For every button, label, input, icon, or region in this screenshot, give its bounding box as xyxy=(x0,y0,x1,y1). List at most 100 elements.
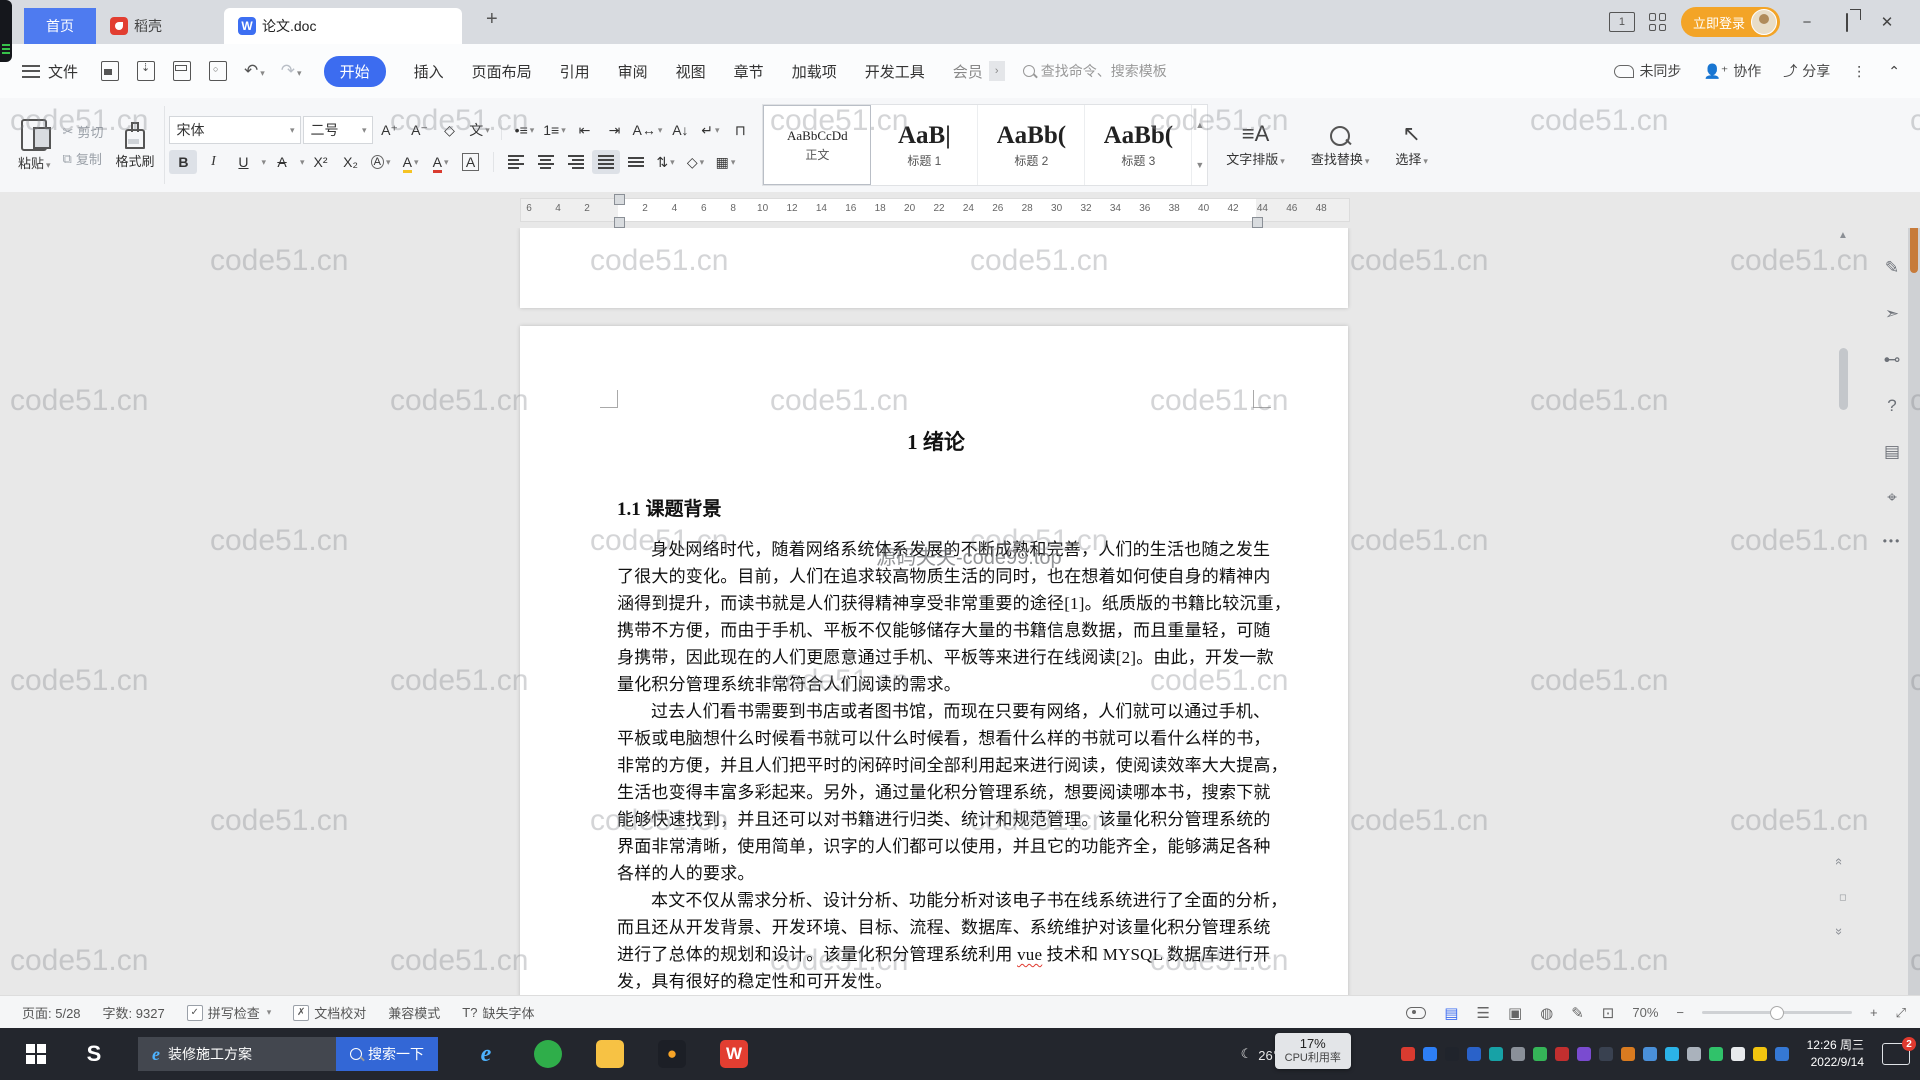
strikethrough-button[interactable]: A xyxy=(268,150,296,174)
command-search[interactable]: 查找命令、搜索模板 xyxy=(1022,61,1223,81)
right-indent-marker[interactable] xyxy=(1252,217,1263,228)
tab-view[interactable]: 视图 xyxy=(676,61,706,82)
more-tools-icon[interactable]: ••• xyxy=(1883,534,1902,548)
increase-indent-icon[interactable]: ⇥ xyxy=(600,118,628,142)
zoom-level[interactable]: 70% xyxy=(1632,1005,1658,1020)
text-direction-icon[interactable]: ↵ ▾ xyxy=(696,118,724,142)
zoom-slider[interactable] xyxy=(1702,1006,1852,1020)
ink-view-icon[interactable]: ✎ xyxy=(1571,1004,1584,1022)
align-left-icon[interactable] xyxy=(502,150,530,174)
apps-grid-icon[interactable] xyxy=(1648,13,1667,31)
tab-section[interactable]: 章节 xyxy=(734,61,764,82)
export-pdf-icon[interactable] xyxy=(137,61,156,81)
spellcheck-toggle[interactable]: ✓ 拼写检查 ▾ xyxy=(186,1003,271,1022)
share-button[interactable]: ⤴ 分享 xyxy=(1783,61,1830,81)
tray-icon[interactable] xyxy=(1488,1047,1503,1061)
cursor-select-icon[interactable]: ➣ xyxy=(1885,304,1899,324)
zoom-out-button[interactable]: − xyxy=(1676,1005,1684,1020)
align-justify-icon[interactable] xyxy=(591,150,620,174)
tag-tool-icon[interactable]: ⌖ xyxy=(1887,488,1897,508)
image-tool-icon[interactable]: ▤ xyxy=(1884,442,1900,462)
char-border-button[interactable]: A xyxy=(457,150,485,174)
gallery-up-icon[interactable]: ▲ xyxy=(1195,120,1204,130)
line-spacing-icon[interactable]: ⇅ ▾ xyxy=(652,150,680,174)
weather-widget[interactable]: ☾ 26℃ 多云 17% CPU利用率 xyxy=(1241,1032,1391,1069)
web-view-icon[interactable]: ◍ xyxy=(1540,1004,1553,1022)
fullscreen-icon[interactable]: ⤢ xyxy=(1896,1005,1906,1021)
select-browse-object-button[interactable]: ◻ xyxy=(1839,892,1846,903)
tab-addins[interactable]: 加载项 xyxy=(792,61,837,82)
file-explorer-icon[interactable] xyxy=(596,1040,624,1068)
current-page[interactable]: 1 绪论 1.1 课题背景 身处网络时代，随着网络系统体系发展的不断成熟和完善，… xyxy=(520,326,1348,995)
tray-icon[interactable] xyxy=(1642,1047,1657,1061)
shading-icon[interactable]: ◇ ▾ xyxy=(682,150,710,174)
adjust-handle-icon[interactable]: ⊷ xyxy=(1884,350,1901,370)
align-center-icon[interactable] xyxy=(532,150,560,174)
enclose-char-button[interactable]: A ▾ xyxy=(367,150,395,174)
ie-app-icon[interactable]: e xyxy=(472,1040,500,1068)
borders-icon[interactable]: ▦ ▾ xyxy=(712,150,740,174)
horizontal-ruler[interactable]: 6 4 2 2 4 6 8 10 12 14 16 18 20 22 24 26 28 30 32 34 36 38 40 4… xyxy=(520,194,1350,228)
tab-docer[interactable]: 稻壳 xyxy=(96,8,210,44)
text-layout-button[interactable]: ≡A 文字排版 ▾ xyxy=(1226,122,1285,168)
taskbar-search-button[interactable]: 搜索一下 xyxy=(336,1037,438,1071)
ink-pen-icon[interactable]: ✎ xyxy=(1885,258,1899,278)
find-replace-button[interactable]: 查找替换 ▾ xyxy=(1311,122,1369,168)
clear-format-icon[interactable]: ◇ xyxy=(435,118,463,142)
decrease-indent-icon[interactable]: ⇤ xyxy=(570,118,598,142)
compat-mode[interactable]: 兼容模式 xyxy=(388,1003,440,1022)
edge-scroll-track[interactable] xyxy=(1908,228,1920,995)
tray-icon[interactable] xyxy=(1752,1047,1767,1061)
format-painter-button[interactable]: 格式刷 xyxy=(115,102,154,188)
login-button[interactable]: 立即登录 xyxy=(1680,7,1780,37)
save-icon[interactable] xyxy=(101,61,120,81)
style-heading2[interactable]: AaBb( 标题 2 xyxy=(978,105,1086,185)
subscript-button[interactable]: X₂ xyxy=(337,150,365,174)
member-chevron-icon[interactable]: › xyxy=(988,61,1005,81)
proofread-button[interactable]: ✗ 文档校对 xyxy=(293,1003,366,1022)
help-icon[interactable]: ? xyxy=(1887,396,1896,416)
tab-devtools[interactable]: 开发工具 xyxy=(865,61,925,82)
scroll-up-icon[interactable]: ▲ xyxy=(1838,230,1848,241)
edge-scroll-thumb[interactable] xyxy=(1910,228,1918,273)
first-line-indent-marker[interactable] xyxy=(614,194,625,205)
tray-icon[interactable] xyxy=(1444,1047,1459,1061)
file-menu[interactable]: 文件 xyxy=(48,61,78,82)
page-indicator[interactable]: 页面: 5/28 xyxy=(22,1003,81,1022)
bullets-icon[interactable]: •≡ ▾ xyxy=(510,118,538,142)
char-scale-icon[interactable]: A↔ ▾ xyxy=(630,118,664,142)
tray-icon[interactable] xyxy=(1532,1047,1547,1061)
zoom-slider-knob[interactable] xyxy=(1769,1006,1784,1020)
tray-icon[interactable] xyxy=(1774,1047,1789,1061)
highlight-color-button[interactable]: A ▾ xyxy=(397,150,425,174)
italic-button[interactable]: I xyxy=(199,150,227,174)
sync-status[interactable]: 未同步 xyxy=(1614,61,1681,81)
more-options-icon[interactable]: ⋮ xyxy=(1852,63,1866,80)
wps-app-icon[interactable]: W xyxy=(720,1040,748,1068)
start-button[interactable] xyxy=(26,1044,46,1064)
close-button[interactable]: ✕ xyxy=(1874,13,1900,31)
gallery-down-icon[interactable]: ▼ xyxy=(1195,160,1204,170)
new-tab-button[interactable]: + xyxy=(486,8,498,31)
previous-page-button[interactable]: « xyxy=(1832,858,1847,865)
fit-page-icon[interactable]: ⊡ xyxy=(1602,1004,1615,1022)
next-page-button[interactable]: » xyxy=(1832,928,1847,935)
style-normal[interactable]: AaBbCcDd 正文 xyxy=(763,105,872,185)
read-view-icon[interactable]: ▣ xyxy=(1508,1004,1522,1022)
print-preview-icon[interactable] xyxy=(209,61,228,81)
minimize-button[interactable]: − xyxy=(1794,14,1820,31)
redo-icon[interactable]: ↷ ▾ xyxy=(281,61,302,81)
bold-button[interactable]: B xyxy=(169,150,198,174)
notification-icon[interactable]: 2 xyxy=(1882,1037,1916,1065)
numbering-icon[interactable]: 1≡ ▾ xyxy=(540,118,568,142)
tray-icon[interactable] xyxy=(1510,1047,1525,1061)
font-name-select[interactable]: 宋体 ▾ xyxy=(169,116,302,144)
tab-review[interactable]: 审阅 xyxy=(618,61,648,82)
browser-360-icon[interactable] xyxy=(534,1040,562,1068)
document-body[interactable]: 身处网络时代，随着网络系统体系发展的不断成熟和完善，人们的生活也随之发生 了很大的… xyxy=(617,536,1291,995)
tray-icon[interactable] xyxy=(1422,1047,1437,1061)
tab-references[interactable]: 引用 xyxy=(560,61,590,82)
tab-start[interactable]: 开始 xyxy=(323,55,386,87)
snip-app-icon[interactable]: S xyxy=(80,1040,108,1068)
tray-icon[interactable] xyxy=(1620,1047,1635,1061)
